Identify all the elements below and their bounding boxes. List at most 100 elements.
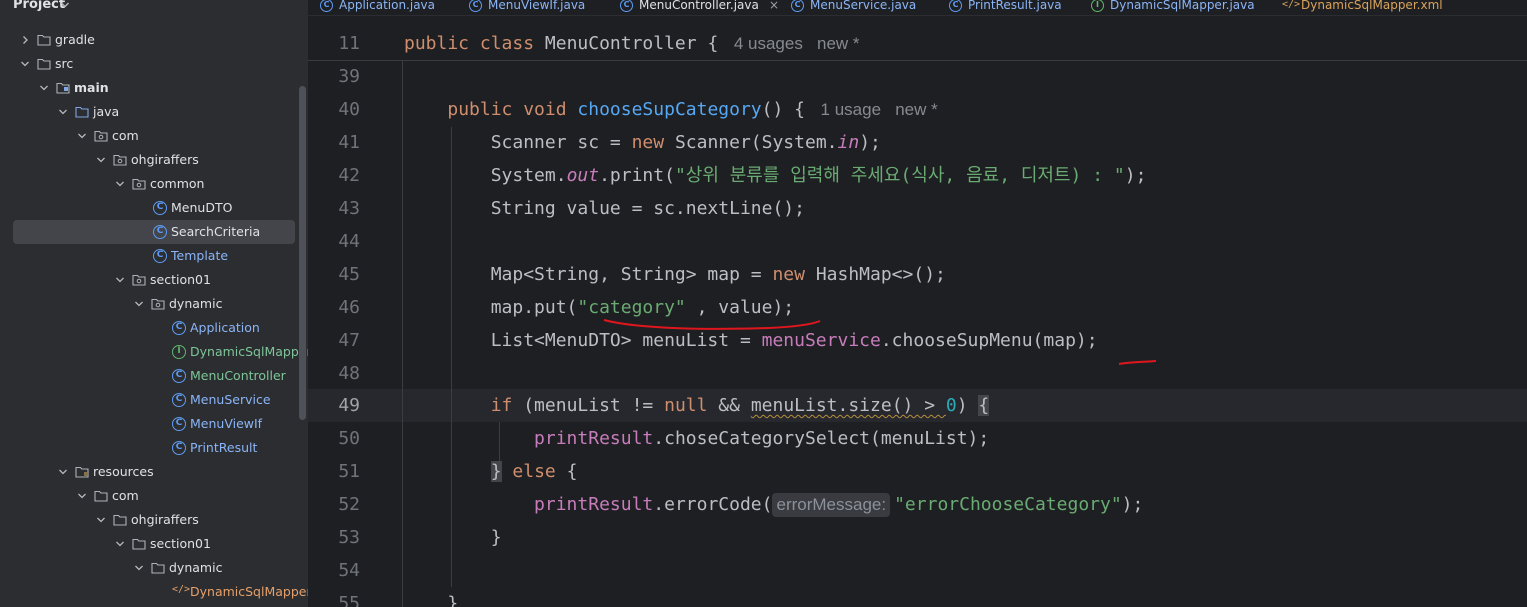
editor-tab-bar: C Application.java C MenuViewIf.java C MenuCo… bbox=[308, 0, 1527, 16]
interface-icon: I bbox=[172, 345, 186, 359]
project-title[interactable]: Project bbox=[13, 0, 65, 12]
chevron-down-icon[interactable] bbox=[60, 0, 70, 10]
tree-item[interactable]: main bbox=[0, 76, 308, 100]
xml-file-icon: </> bbox=[172, 584, 191, 595]
tree-item[interactable]: section01 bbox=[0, 268, 308, 292]
class-icon: C bbox=[153, 201, 167, 215]
tree-scrollbar[interactable] bbox=[299, 86, 306, 420]
chevron-down-icon[interactable] bbox=[39, 83, 49, 93]
tree-item[interactable]: C PrintResult bbox=[0, 436, 308, 460]
code-line[interactable]: public class MenuController { 4 usages n… bbox=[404, 27, 860, 60]
tree-item[interactable]: com bbox=[0, 124, 308, 148]
line-number[interactable]: 44 bbox=[326, 225, 360, 258]
line-number[interactable]: 46 bbox=[326, 291, 360, 324]
tree-item[interactable]: C MenuService bbox=[0, 388, 308, 412]
tree-item[interactable]: dynamic bbox=[0, 292, 308, 316]
chevron-down-icon[interactable] bbox=[134, 299, 144, 309]
chevron-down-icon[interactable] bbox=[77, 131, 87, 141]
code-line[interactable]: } else { bbox=[404, 455, 577, 488]
tree-item[interactable]: com bbox=[0, 484, 308, 508]
tree-item[interactable]: C Application bbox=[0, 316, 308, 340]
code-token: public void bbox=[447, 99, 578, 120]
usage-hint: 1 usage new * bbox=[815, 100, 938, 119]
code-line[interactable]: map.put("category" , value); bbox=[404, 291, 794, 324]
tree-item-label: src bbox=[55, 56, 74, 71]
tree-item-label: java bbox=[93, 104, 120, 119]
code-token: ); bbox=[859, 132, 881, 153]
chevron-down-icon[interactable] bbox=[134, 563, 144, 573]
tree-item[interactable]: java bbox=[0, 100, 308, 124]
line-number[interactable]: 43 bbox=[326, 192, 360, 225]
tree-item[interactable]: C MenuController bbox=[0, 364, 308, 388]
chevron-down-icon[interactable] bbox=[58, 467, 68, 477]
chevron-down-icon[interactable] bbox=[77, 491, 87, 501]
line-number[interactable]: 55 bbox=[326, 587, 360, 607]
tree-item[interactable]: ohgiraffers bbox=[0, 508, 308, 532]
tree-item[interactable]: section01 bbox=[0, 532, 308, 556]
project-tool-window: Project gradle src main java com ohgiraffers c… bbox=[0, 0, 308, 607]
line-number[interactable]: 50 bbox=[326, 422, 360, 455]
project-header[interactable]: Project bbox=[0, 0, 308, 18]
code-line[interactable]: Scanner sc = new Scanner(System.in); bbox=[404, 126, 881, 159]
code-line[interactable]: printResult.errorCode(errorMessage: "erro… bbox=[404, 488, 1143, 521]
tree-item[interactable]: gradle bbox=[0, 28, 308, 52]
line-number[interactable]: 39 bbox=[326, 60, 360, 93]
code-token: Scanner sc = bbox=[404, 132, 632, 153]
chevron-down-icon[interactable] bbox=[115, 179, 125, 189]
close-icon[interactable]: × bbox=[769, 0, 779, 13]
tree-item[interactable]: I DynamicSqlMapper bbox=[0, 340, 308, 364]
tree-item[interactable]: src bbox=[0, 52, 308, 76]
folder-icon bbox=[56, 82, 70, 94]
code-line[interactable]: String value = sc.nextLine(); bbox=[404, 192, 805, 225]
line-number[interactable]: 49 bbox=[326, 389, 360, 422]
line-number[interactable]: 45 bbox=[326, 258, 360, 291]
tree-item-label: Template bbox=[171, 248, 229, 263]
chevron-down-icon[interactable] bbox=[115, 539, 125, 549]
code-line[interactable]: if (menuList != null && menuList.size() … bbox=[404, 389, 990, 422]
line-number[interactable]: 40 bbox=[326, 93, 360, 126]
tree-item[interactable]: resources bbox=[0, 460, 308, 484]
code-line[interactable]: Map<String, String> map = new HashMap<>(… bbox=[404, 258, 946, 291]
tree-item[interactable]: </>DynamicSqlMapper.xml bbox=[0, 580, 308, 604]
chevron-down-icon[interactable] bbox=[58, 107, 68, 117]
line-number[interactable]: 11 bbox=[326, 27, 360, 60]
code-line[interactable]: } bbox=[404, 521, 502, 554]
tree-item-label: MenuViewIf bbox=[190, 416, 263, 431]
tree-item[interactable]: dynamic bbox=[0, 556, 308, 580]
chevron-down-icon[interactable] bbox=[115, 275, 125, 285]
line-number[interactable]: 47 bbox=[326, 324, 360, 357]
tree-item[interactable]: C SearchCriteria bbox=[0, 220, 308, 244]
code-token: ); bbox=[1124, 165, 1147, 186]
code-line[interactable]: System.out.print("상위 분류를 입력해 주세요(식사, 음료,… bbox=[404, 159, 1147, 192]
chevron-down-icon[interactable] bbox=[20, 59, 30, 69]
code-line[interactable]: printResult.choseCategorySelect(menuList… bbox=[404, 422, 989, 455]
code-token: , value); bbox=[685, 297, 795, 318]
chevron-down-icon[interactable] bbox=[96, 515, 106, 525]
tree-item-label: MenuService bbox=[190, 392, 271, 407]
chevron-right-icon[interactable] bbox=[20, 35, 30, 45]
tree-item[interactable]: C MenuDTO bbox=[0, 196, 308, 220]
code-token: "errorChooseCategory" bbox=[894, 494, 1122, 515]
line-number[interactable]: 48 bbox=[326, 357, 360, 390]
tab-label: MenuController.java bbox=[639, 0, 759, 12]
line-number[interactable]: 41 bbox=[326, 126, 360, 159]
line-number[interactable]: 53 bbox=[326, 521, 360, 554]
code-line[interactable]: List<MenuDTO> menuList = menuService.cho… bbox=[404, 324, 1098, 357]
class-icon: C bbox=[791, 0, 804, 12]
line-number[interactable]: 54 bbox=[326, 554, 360, 587]
line-number[interactable]: 51 bbox=[326, 455, 360, 488]
line-number[interactable]: 42 bbox=[326, 159, 360, 192]
parameter-hint: errorMessage: bbox=[772, 493, 891, 517]
tree-item[interactable]: ohgiraffers bbox=[0, 148, 308, 172]
line-number[interactable]: 52 bbox=[326, 488, 360, 521]
tree-item[interactable]: C MenuViewIf bbox=[0, 412, 308, 436]
chevron-down-icon[interactable] bbox=[96, 155, 106, 165]
code-editor[interactable]: 11 public class MenuController { 4 usages… bbox=[308, 17, 1527, 607]
code-line[interactable]: } bbox=[404, 587, 458, 607]
code-line[interactable]: public void chooseSupCategory() { 1 usag… bbox=[404, 93, 938, 126]
tree-item[interactable]: C Template bbox=[0, 244, 308, 268]
tab-label: MenuViewIf.java bbox=[488, 0, 586, 12]
tree-item[interactable]: common bbox=[0, 172, 308, 196]
interface-icon: I bbox=[1091, 0, 1104, 12]
